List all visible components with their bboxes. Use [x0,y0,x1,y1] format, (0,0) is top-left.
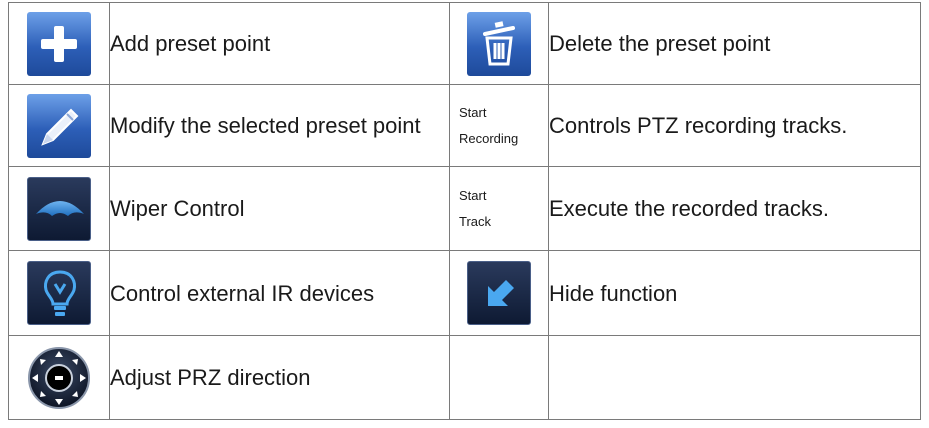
icon-cell [449,250,549,336]
label-cell: Start Track [449,166,549,251]
description-cell: Control external IR devices [109,250,450,336]
table-row: Modify the selected preset point Start R… [8,84,921,167]
description-cell: Wiper Control [109,166,450,251]
empty-cell [548,335,921,420]
icon-cell [449,2,549,85]
function-reference-table: Add preset point Delete the preset point [8,2,921,420]
lightbulb-icon [27,261,91,325]
description-text: Modify the selected preset point [110,113,421,138]
empty-cell [449,335,549,420]
label-line: Start [459,104,487,120]
label-line: Track [459,213,492,229]
description-cell: Controls PTZ recording tracks. [548,84,921,167]
icon-cell [8,166,110,251]
pencil-icon [27,93,91,158]
description-cell: Execute the recorded tracks. [548,166,921,251]
direction-pad-icon [27,346,91,410]
description-cell: Add preset point [109,2,450,85]
icon-cell [8,84,110,167]
hide-arrow-icon [467,261,531,325]
label-line: Recording [459,130,519,146]
wiper-icon [27,176,91,241]
icon-cell [8,2,110,85]
label-line: Start [459,187,487,203]
table-row: Adjust PRZ direction [8,335,921,420]
label-cell: Start Recording [449,84,549,167]
table-row: Control external IR devices Hide functio… [8,250,921,336]
icon-cell [8,335,110,420]
trash-icon [467,11,531,76]
icon-cell [8,250,110,336]
add-icon [27,11,91,76]
description-cell: Delete the preset point [548,2,921,85]
table-row: Add preset point Delete the preset point [8,2,921,85]
description-cell: Modify the selected preset point [109,84,450,167]
table-row: Wiper Control Start Track Execute the re… [8,166,921,251]
description-cell: Hide function [548,250,921,336]
description-cell: Adjust PRZ direction [109,335,450,420]
description-text: Controls PTZ recording tracks. [549,113,848,138]
